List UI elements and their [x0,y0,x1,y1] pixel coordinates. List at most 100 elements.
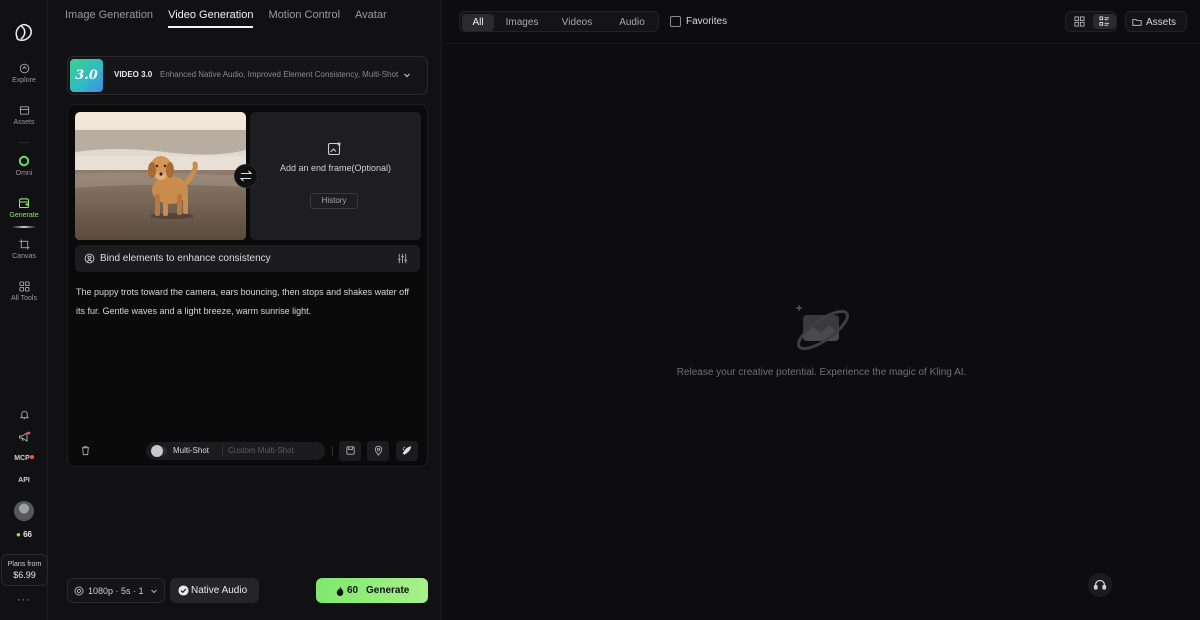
credits-value: 66 [23,530,32,539]
credits-balance[interactable]: ● 66 [0,530,48,539]
favorites-label: Favorites [686,16,728,27]
assets-button[interactable]: Assets [1125,11,1187,32]
save-prompt-button[interactable] [339,441,361,461]
custom-multi-shot-label[interactable]: Custom Multi-Shot [228,446,294,455]
canvas-icon [18,239,30,250]
flame-icon: ● [16,530,21,539]
api-label: API [18,477,30,484]
location-button[interactable] [367,441,389,461]
nav-item-omni[interactable]: Omni [0,155,48,177]
notifications-bell[interactable] [0,409,48,423]
multi-shot-label: Multi-Shot [173,446,210,455]
tab-video-generation[interactable]: Video Generation [168,8,254,28]
avatar[interactable] [14,501,34,521]
filter-videos[interactable]: Videos [554,14,600,31]
puppy-beach-image [75,112,246,240]
swap-frames-button[interactable] [234,164,258,188]
nav-item-all-tools[interactable]: All Tools [0,281,48,302]
end-frame-text: Add an end frame(Optional) [279,163,392,173]
nav-label-explore: Explore [12,77,36,84]
compass-icon [19,63,29,74]
assets-label: Assets [1146,17,1177,28]
folder-icon [1132,19,1142,26]
generation-tabs: Image Generation Video Generation Motion… [65,8,387,30]
model-badge: 3.0 [70,59,103,92]
tab-avatar[interactable]: Avatar [355,8,387,28]
tab-image-generation[interactable]: Image Generation [65,8,153,28]
model-description: Enhanced Native Audio, Improved Element … [160,70,399,79]
enhance-prompt-button[interactable] [396,441,418,461]
list-view-button[interactable] [1093,14,1116,29]
favorites-checkbox[interactable] [670,16,681,27]
plans-label: Plans from [7,561,42,568]
output-settings-dropdown[interactable]: 1080p · 5s · 1 [67,578,165,603]
multi-shot-toggle[interactable]: Multi-Shot Custom Multi-Shot [146,442,325,460]
empty-state-illustration [793,301,853,364]
end-frame-upload[interactable]: Add an end frame(Optional) History [250,112,421,240]
filter-images[interactable]: Images [498,14,546,31]
chevron-down-icon [404,73,410,78]
header-divider [443,43,1200,44]
support-button[interactable] [1088,573,1112,597]
grid-view-button[interactable] [1068,14,1091,29]
multi-shot-switch[interactable] [151,445,167,457]
start-frame-image[interactable] [75,112,246,240]
nav-item-assets[interactable]: Assets [0,105,48,126]
nav-item-generate[interactable]: Generate [0,197,48,219]
bell-icon [19,410,29,420]
api-link[interactable]: API [0,477,48,484]
flame-icon [336,586,344,596]
filter-audio[interactable]: Audio [610,14,654,31]
generate-label: Generate [366,585,410,596]
tab-motion-control[interactable]: Motion Control [268,8,340,28]
nav-item-canvas[interactable]: Canvas [0,239,48,260]
sliders-icon[interactable] [397,253,408,264]
megaphone-icon [18,431,30,442]
announcements-button[interactable] [0,431,48,446]
kling-logo-icon[interactable] [12,20,36,44]
grid-view-icon [1074,16,1085,27]
nav-label-omni: Omni [15,170,33,177]
save-icon [345,446,355,455]
image-planet-icon [796,305,849,351]
nav-active-indicator [12,226,36,228]
filter-all[interactable]: All [462,14,494,31]
bind-elements-label: Bind elements to enhance consistency [100,253,271,264]
check-circle-icon [178,585,189,596]
plans-button[interactable]: Plans from $6.99 [1,554,48,586]
generate-button[interactable]: 60 Generate [316,578,428,603]
nav-label-assets: Assets [13,119,35,126]
chevron-down-icon [151,589,157,594]
generation-controls: 1080p · 5s · 1 Native Audio 60 Generate [67,578,428,603]
more-menu-button[interactable]: ··· [0,594,48,606]
toolbar-divider [332,446,333,456]
native-audio-toggle[interactable]: Native Audio [170,578,259,603]
element-icon [84,253,95,264]
list-view-icon [1099,16,1110,26]
add-image-icon [327,142,341,156]
settings-circle-icon [74,586,84,596]
plans-price: $6.99 [13,570,36,580]
sparkle-brush-icon [402,446,412,455]
nav-label-generate: Generate [9,212,39,219]
prompt-text[interactable]: The puppy trots toward the camera, ears … [76,283,416,321]
nav-divider [18,142,30,143]
grid-icon [18,281,30,292]
history-button[interactable]: History [310,193,358,209]
headset-icon [1093,579,1107,590]
nav-item-explore[interactable]: Explore [0,63,48,84]
mcp-dot [29,455,34,459]
pin-icon [374,445,382,456]
mcp-link[interactable]: MCP [0,455,48,462]
trash-icon[interactable] [80,445,91,456]
media-filter: All Images Videos Audio [459,11,659,32]
model-selector[interactable]: 3.0 VIDEO 3.0 Enhanced Native Audio, Imp… [67,56,428,95]
multi-shot-divider [222,446,223,456]
prompt-toolbar: Multi-Shot Custom Multi-Shot [68,441,429,461]
results-area: All Images Videos Audio Favorites Assets… [443,0,1200,620]
model-name: VIDEO 3.0 [114,70,153,79]
swap-icon [239,170,253,182]
mcp-label: MCP [14,455,30,462]
left-nav: Explore Assets Omni Generate Canvas All … [0,0,48,620]
bind-elements-bar[interactable]: Bind elements to enhance consistency [75,245,420,272]
